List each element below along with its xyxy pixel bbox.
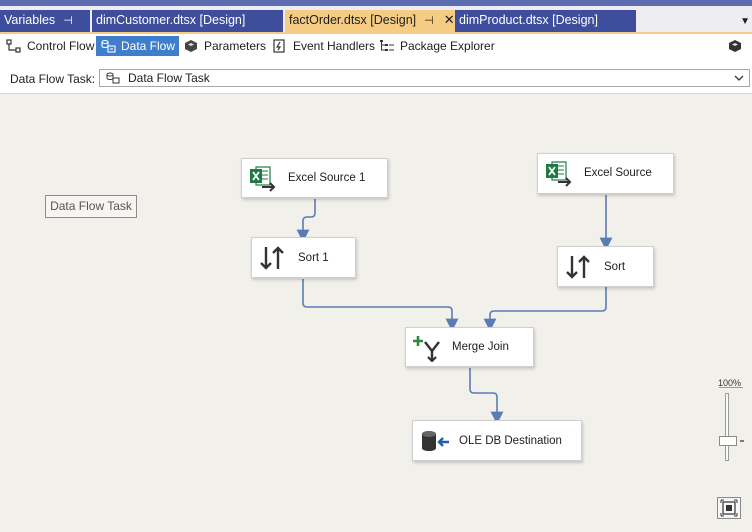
excel-icon [250, 166, 276, 192]
control-flow-icon [6, 39, 21, 53]
component-label: Merge Join [452, 341, 509, 353]
package-explorer-icon [380, 40, 394, 51]
zoom-slider-thumb[interactable] [719, 436, 737, 446]
task-selector-bar: Data Flow Task: Data Flow Task [0, 58, 752, 94]
component-label: Excel Source [584, 167, 652, 179]
path-excel-source-1-to-sort-1 [296, 199, 316, 243]
task-dropdown-value: Data Flow Task [128, 71, 210, 85]
component-label: Excel Source 1 [288, 172, 366, 184]
parameters-icon [185, 40, 197, 52]
tab-package-explorer[interactable]: Package Explorer [375, 36, 499, 56]
document-tab-strip: Variables ⊣ dimCustomer.dtsx [Design] fac… [0, 6, 752, 32]
designer-toolbar: Control Flow Data Flow Parameters Event … [0, 34, 752, 58]
merge-join-component[interactable]: Merge Join [405, 327, 534, 367]
chevron-down-icon[interactable] [733, 71, 745, 85]
excel-source-1-component[interactable]: Excel Source 1 [241, 158, 388, 198]
component-label: Sort [604, 261, 626, 273]
tab-label: Data Flow [121, 39, 176, 53]
tab-event-handlers[interactable]: Event Handlers [268, 36, 379, 56]
pin-icon[interactable]: ⊣ [424, 11, 434, 31]
database-destination-icon [422, 431, 449, 451]
task-label: Data Flow Task: [10, 72, 96, 86]
excel-source-component[interactable]: Excel Source [537, 153, 674, 194]
tab-dimcustomer[interactable]: dimCustomer.dtsx [Design] [92, 10, 283, 32]
tab-dimproduct[interactable]: dimProduct.dtsx [Design] [455, 10, 636, 32]
design-canvas[interactable]: Data Flow Task Excel Source 1 Excel Sour… [0, 95, 752, 532]
excel-icon [546, 161, 572, 187]
path-sort-to-merge-join [483, 287, 607, 332]
sort-1-component[interactable]: Sort 1 [251, 237, 356, 278]
data-flow-icon [101, 39, 116, 53]
sort-icon [566, 255, 590, 279]
tab-label: Parameters [204, 39, 267, 53]
zoom-divider [719, 387, 743, 388]
data-flow-task-icon [106, 72, 120, 84]
tab-data-flow[interactable]: Data Flow [96, 36, 180, 56]
zoom-tick [740, 440, 744, 442]
sort-icon [260, 246, 284, 270]
zoom-to-fit-button[interactable] [717, 497, 741, 519]
ole-db-destination-component[interactable]: OLE DB Destination [412, 420, 582, 461]
path-merge-join-to-destination [469, 368, 504, 425]
package-icon[interactable] [728, 39, 742, 56]
close-icon[interactable]: ✕ [444, 10, 455, 30]
tab-label: Control Flow [27, 39, 95, 53]
fit-to-window-icon [720, 499, 738, 517]
sort-component[interactable]: Sort [557, 246, 654, 287]
tab-label: factOrder.dtsx [Design] [289, 13, 417, 27]
tab-label: Event Handlers [293, 39, 376, 53]
tab-overflow-icon[interactable]: ▼ [740, 16, 750, 27]
tab-variables[interactable]: Variables ⊣ [0, 10, 90, 32]
tab-label: dimCustomer.dtsx [Design] [96, 13, 246, 27]
tab-factorder[interactable]: factOrder.dtsx [Design] ⊣ ✕ [285, 10, 455, 32]
event-handlers-icon [273, 39, 285, 53]
task-dropdown[interactable]: Data Flow Task [99, 69, 750, 87]
zoom-slider-track[interactable] [725, 393, 729, 461]
pin-icon[interactable]: ⊣ [63, 11, 73, 31]
component-label: OLE DB Destination [459, 435, 562, 447]
path-sort-1-to-merge-join [302, 279, 459, 332]
component-label: Sort 1 [298, 252, 329, 264]
tab-label: dimProduct.dtsx [Design] [459, 13, 598, 27]
tab-control-flow[interactable]: Control Flow [2, 36, 98, 56]
tab-label: Variables [4, 13, 56, 27]
merge-join-icon [413, 336, 440, 362]
tab-label: Package Explorer [400, 39, 495, 53]
data-flow-task-annotation[interactable]: Data Flow Task [45, 195, 137, 218]
tab-parameters[interactable]: Parameters [179, 36, 270, 56]
